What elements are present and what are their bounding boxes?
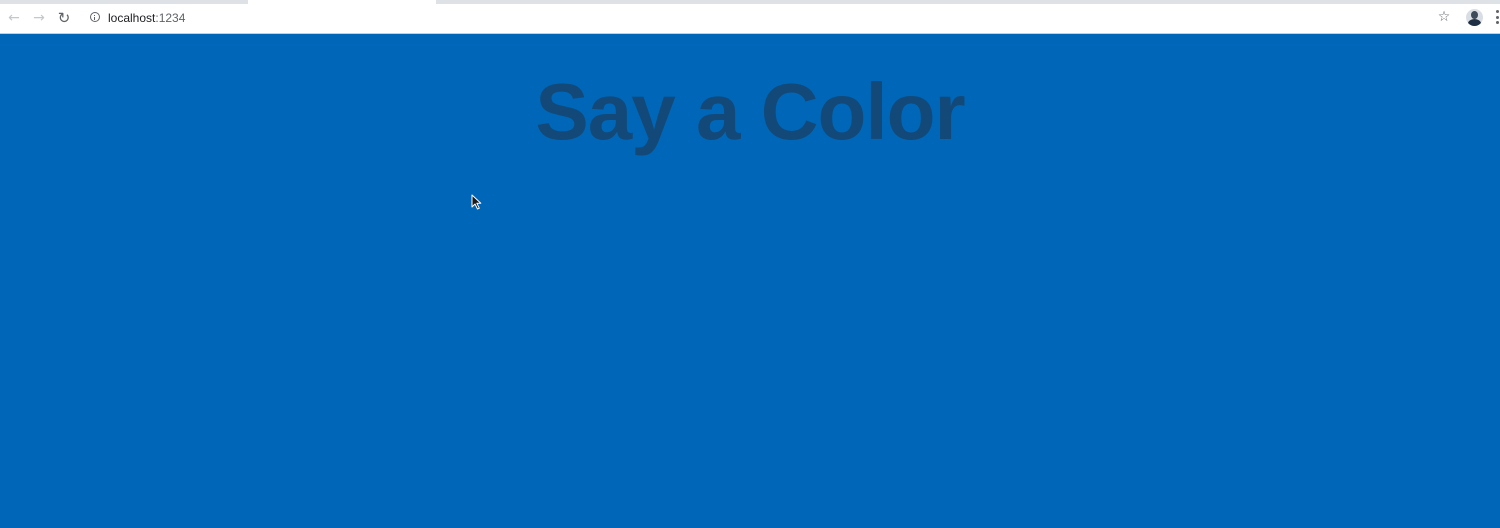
arrow-left-icon: ←: [8, 10, 20, 26]
browser-toolbar: ← → ↻ localhost:1234 ☆: [0, 0, 1500, 34]
star-icon[interactable]: ☆: [1436, 9, 1452, 25]
reload-button[interactable]: ↻: [55, 9, 73, 27]
page-viewport: Say a Color: [0, 34, 1500, 528]
forward-button[interactable]: →: [30, 9, 48, 27]
reload-icon: ↻: [57, 8, 71, 27]
url-host: localhost: [108, 11, 156, 25]
page-title: Say a Color: [535, 67, 965, 156]
mouse-cursor-icon: [471, 194, 482, 210]
back-button[interactable]: ←: [5, 9, 23, 27]
kebab-menu-icon[interactable]: [1496, 10, 1500, 24]
active-tab[interactable]: [248, 0, 436, 4]
info-icon[interactable]: [90, 12, 100, 22]
address-bar[interactable]: localhost:1234: [108, 11, 185, 25]
arrow-right-icon: →: [33, 10, 45, 26]
url-port: :1234: [155, 11, 186, 25]
avatar-icon[interactable]: [1466, 9, 1483, 26]
tab-strip: [0, 0, 1500, 4]
